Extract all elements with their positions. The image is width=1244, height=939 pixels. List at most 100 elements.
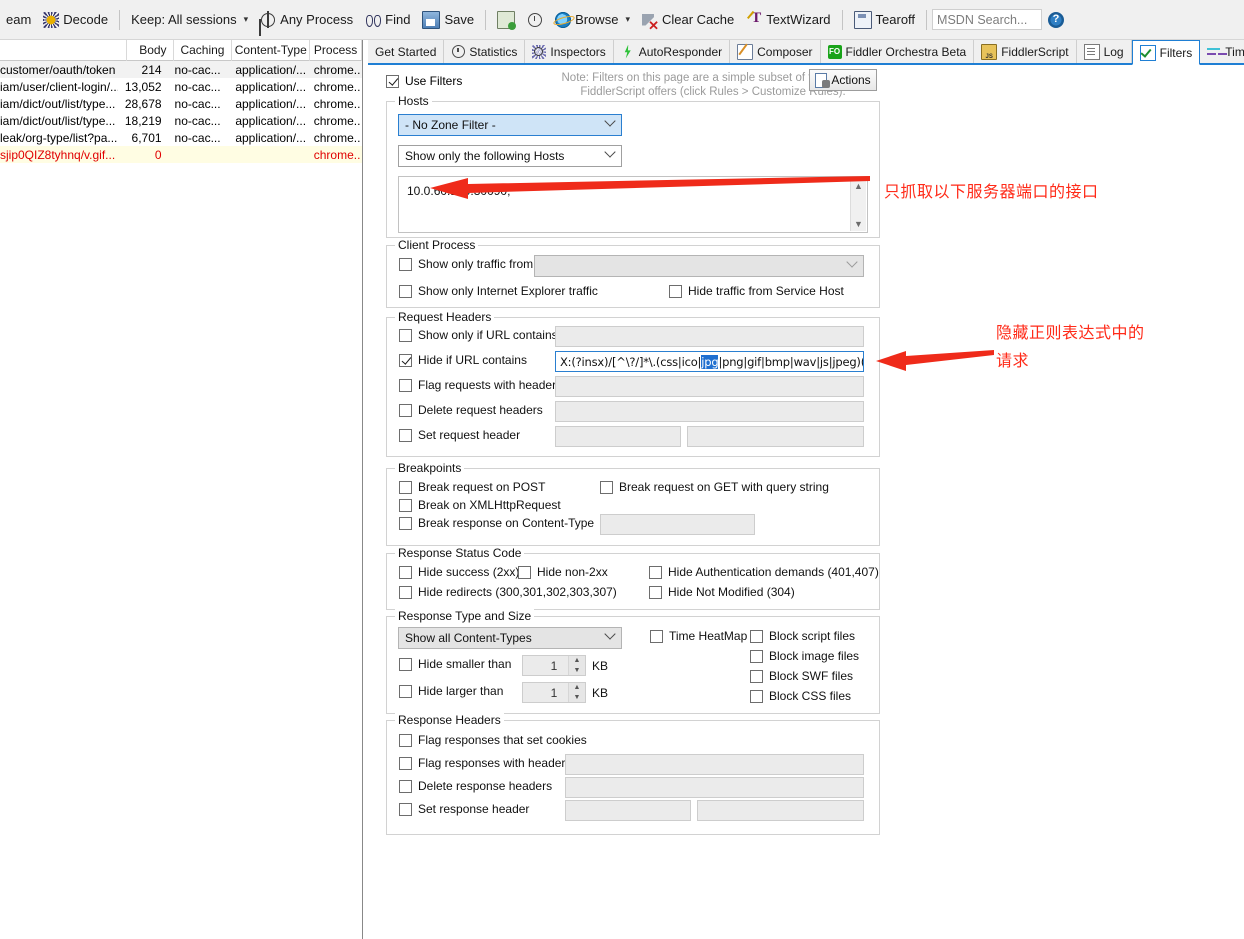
break-xmlhttprequest-row[interactable]: Break on XMLHttpRequest	[399, 498, 561, 512]
hide-if-url-contains-checkbox[interactable]	[399, 353, 412, 367]
hide-smaller-than-checkbox[interactable]	[399, 657, 412, 671]
use-filters-row[interactable]: Use Filters	[386, 74, 462, 88]
tab-timeline[interactable]: Timeline	[1200, 40, 1244, 63]
tab-fiddlerscript[interactable]: FiddlerScript	[974, 40, 1077, 63]
flag-responses-cookies-checkbox[interactable]	[399, 733, 412, 747]
flag-responses-headers-row[interactable]: Flag responses with headers	[399, 756, 571, 770]
toolbar-stream-button[interactable]: eam	[0, 9, 37, 30]
flag-requests-with-headers-checkbox[interactable]	[399, 378, 412, 392]
show-only-traffic-from-checkbox[interactable]	[399, 257, 412, 271]
zone-filter-dropdown[interactable]: - No Zone Filter -	[398, 114, 622, 136]
break-request-get-query-row[interactable]: Break request on GET with query string	[600, 480, 829, 494]
toolbar-any-process-button[interactable]: Any Process	[254, 9, 359, 31]
flag-responses-headers-input[interactable]	[565, 754, 864, 775]
block-script-files-row[interactable]: Block script files	[750, 629, 855, 643]
block-swf-files-row[interactable]: Block SWF files	[750, 669, 853, 683]
hide-smaller-than-row[interactable]: Hide smaller than	[399, 657, 511, 671]
table-row[interactable]: customer/oauth/token 214 no-cac... appli…	[0, 61, 362, 78]
hide-larger-than-checkbox[interactable]	[399, 684, 412, 698]
show-only-ie-traffic-row[interactable]: Show only Internet Explorer traffic	[399, 284, 598, 298]
traffic-from-process-dropdown[interactable]	[534, 255, 864, 277]
time-heatmap-checkbox[interactable]	[650, 629, 663, 643]
table-row[interactable]: iam/dict/out/list/type... 28,678 no-cac.…	[0, 95, 362, 112]
toolbar-text-wizard-button[interactable]: TextWizard	[740, 9, 836, 31]
set-request-header-row[interactable]: Set request header	[399, 428, 520, 442]
show-only-traffic-from-row[interactable]: Show only traffic from	[399, 257, 533, 271]
toolbar-decode-button[interactable]: Decode	[37, 9, 114, 31]
set-response-header-row[interactable]: Set response header	[399, 802, 529, 816]
break-response-content-type-input[interactable]	[600, 514, 755, 535]
toolbar-timer-button[interactable]	[521, 9, 549, 31]
hide-not-modified-row[interactable]: Hide Not Modified (304)	[649, 585, 795, 599]
tab-statistics[interactable]: Statistics	[444, 40, 526, 63]
set-request-header-value-input[interactable]	[687, 426, 864, 447]
hide-non-2xx-checkbox[interactable]	[518, 565, 531, 579]
set-request-header-name-input[interactable]	[555, 426, 681, 447]
set-response-header-value-input[interactable]	[697, 800, 864, 821]
column-header-url[interactable]	[0, 40, 127, 61]
stepper-down-icon[interactable]: ▼	[569, 666, 585, 676]
hide-not-modified-checkbox[interactable]	[649, 585, 662, 599]
use-filters-checkbox[interactable]	[386, 74, 399, 88]
hide-non-2xx-row[interactable]: Hide non-2xx	[518, 565, 608, 579]
msdn-search-input[interactable]: MSDN Search...	[932, 9, 1043, 30]
break-request-post-checkbox[interactable]	[399, 480, 412, 494]
hide-success-row[interactable]: Hide success (2xx)	[399, 565, 519, 579]
toolbar-tearoff-button[interactable]: Tearoff	[848, 8, 922, 32]
hide-auth-demands-row[interactable]: Hide Authentication demands (401,407)	[649, 565, 879, 579]
column-header-caching[interactable]: Caching	[174, 40, 233, 61]
toolbar-save-button[interactable]: Save	[416, 8, 480, 32]
time-heatmap-row[interactable]: Time HeatMap	[650, 629, 747, 643]
break-response-content-type-row[interactable]: Break response on Content-Type	[399, 516, 594, 530]
delete-response-headers-checkbox[interactable]	[399, 779, 412, 793]
block-image-files-checkbox[interactable]	[750, 649, 763, 663]
hide-service-host-row[interactable]: Hide traffic from Service Host	[669, 284, 844, 298]
hide-if-url-contains-row[interactable]: Hide if URL contains	[399, 353, 527, 367]
set-response-header-name-input[interactable]	[565, 800, 691, 821]
hide-success-checkbox[interactable]	[399, 565, 412, 579]
delete-response-headers-input[interactable]	[565, 777, 864, 798]
block-swf-files-checkbox[interactable]	[750, 669, 763, 683]
hide-smaller-than-stepper[interactable]: 1 ▲ ▼	[522, 655, 586, 676]
set-request-header-checkbox[interactable]	[399, 428, 412, 442]
scroll-down-icon[interactable]: ▼	[851, 216, 866, 231]
flag-responses-headers-checkbox[interactable]	[399, 756, 412, 770]
table-row[interactable]: sjip0QIZ8tyhnq/v.gif... 0 chrome..	[0, 146, 362, 163]
toolbar-find-button[interactable]: Find	[359, 9, 416, 31]
delete-response-headers-row[interactable]: Delete response headers	[399, 779, 552, 793]
hide-larger-than-stepper[interactable]: 1 ▲ ▼	[522, 682, 586, 703]
tab-filters[interactable]: Filters	[1131, 40, 1201, 65]
host-mode-dropdown[interactable]: Show only the following Hosts	[398, 145, 622, 167]
hide-redirects-row[interactable]: Hide redirects (300,301,302,303,307)	[399, 585, 617, 599]
tab-composer[interactable]: Composer	[730, 40, 821, 63]
break-response-content-type-checkbox[interactable]	[399, 516, 412, 530]
table-row[interactable]: leak/org-type/list?pa... 6,701 no-cac...…	[0, 129, 362, 146]
toolbar-help-button[interactable]	[1042, 9, 1070, 31]
hide-redirects-checkbox[interactable]	[399, 585, 412, 599]
hide-service-host-checkbox[interactable]	[669, 284, 682, 298]
delete-request-headers-input[interactable]	[555, 401, 864, 422]
toolbar-clear-cache-button[interactable]: Clear Cache	[636, 9, 740, 32]
flag-requests-with-headers-input[interactable]	[555, 376, 864, 397]
delete-request-headers-checkbox[interactable]	[399, 403, 412, 417]
table-row[interactable]: iam/dict/out/list/type... 18,219 no-cac.…	[0, 112, 362, 129]
stepper-buttons[interactable]: ▲ ▼	[568, 656, 585, 675]
toolbar-keep-sessions-dropdown[interactable]: Keep: All sessions ▾	[125, 9, 254, 30]
content-types-dropdown[interactable]: Show all Content-Types	[398, 627, 622, 649]
break-xmlhttprequest-checkbox[interactable]	[399, 498, 412, 512]
tab-inspectors[interactable]: Inspectors	[525, 40, 614, 63]
flag-requests-with-headers-row[interactable]: Flag requests with headers	[399, 378, 562, 392]
tab-get-started[interactable]: Get Started	[368, 40, 445, 63]
break-request-get-query-checkbox[interactable]	[600, 480, 613, 494]
stepper-up-icon[interactable]: ▲	[569, 656, 585, 666]
column-header-content-type[interactable]: Content-Type	[232, 40, 311, 61]
set-response-header-checkbox[interactable]	[399, 802, 412, 816]
table-row[interactable]: iam/user/client-login/... 13,052 no-cac.…	[0, 78, 362, 95]
toolbar-browse-button[interactable]: Browse ▾	[549, 9, 636, 31]
flag-responses-cookies-row[interactable]: Flag responses that set cookies	[399, 733, 587, 747]
show-only-if-url-contains-checkbox[interactable]	[399, 328, 412, 342]
column-header-process[interactable]: Process	[310, 40, 362, 61]
actions-button[interactable]: Actions	[809, 69, 877, 91]
show-only-if-url-contains-row[interactable]: Show only if URL contains	[399, 328, 558, 342]
stepper-down-icon[interactable]: ▼	[569, 693, 585, 703]
